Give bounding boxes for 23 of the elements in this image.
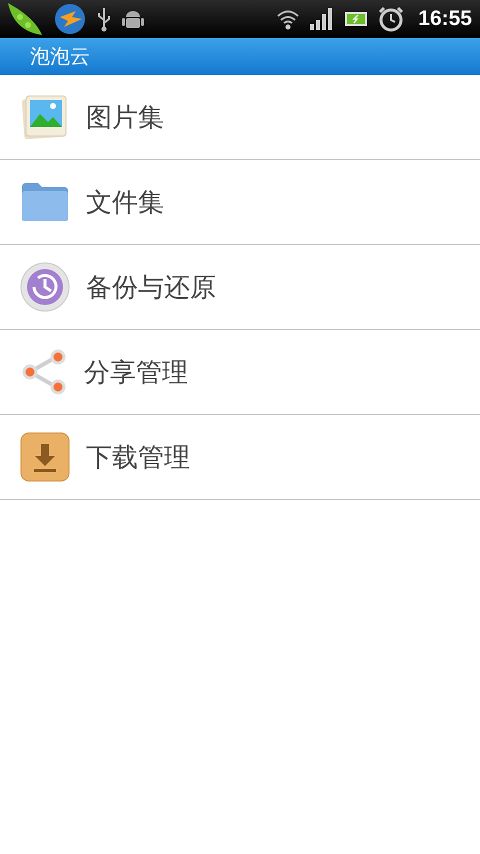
menu-item[interactable]: 分享管理 [0, 330, 480, 415]
share-icon [20, 348, 68, 396]
usb-icon [96, 6, 112, 32]
pea-pod-icon [6, 1, 44, 37]
folder-icon [20, 181, 70, 223]
clock-time: 16:55 [418, 7, 472, 31]
battery-icon [344, 10, 368, 28]
signal-icon [310, 8, 334, 30]
download-icon [20, 432, 70, 482]
menu-item[interactable]: 文件集 [0, 160, 480, 245]
menu-label: 分享管理 [84, 356, 188, 390]
menu-label: 下载管理 [86, 442, 190, 474]
alarm-clock-icon [378, 6, 404, 32]
menu-label: 文件集 [86, 186, 164, 220]
clock-icon [20, 262, 70, 312]
wifi-icon [276, 8, 300, 30]
android-icon [122, 8, 144, 30]
menu-item[interactable]: 下载管理 [0, 415, 480, 500]
menu-label: 图片集 [86, 102, 164, 134]
app-title: 泡泡云 [30, 43, 90, 70]
menu-label: 备份与还原 [86, 272, 216, 304]
menu-item[interactable]: 备份与还原 [0, 245, 480, 330]
menu-item[interactable]: 图片集 [0, 75, 480, 160]
